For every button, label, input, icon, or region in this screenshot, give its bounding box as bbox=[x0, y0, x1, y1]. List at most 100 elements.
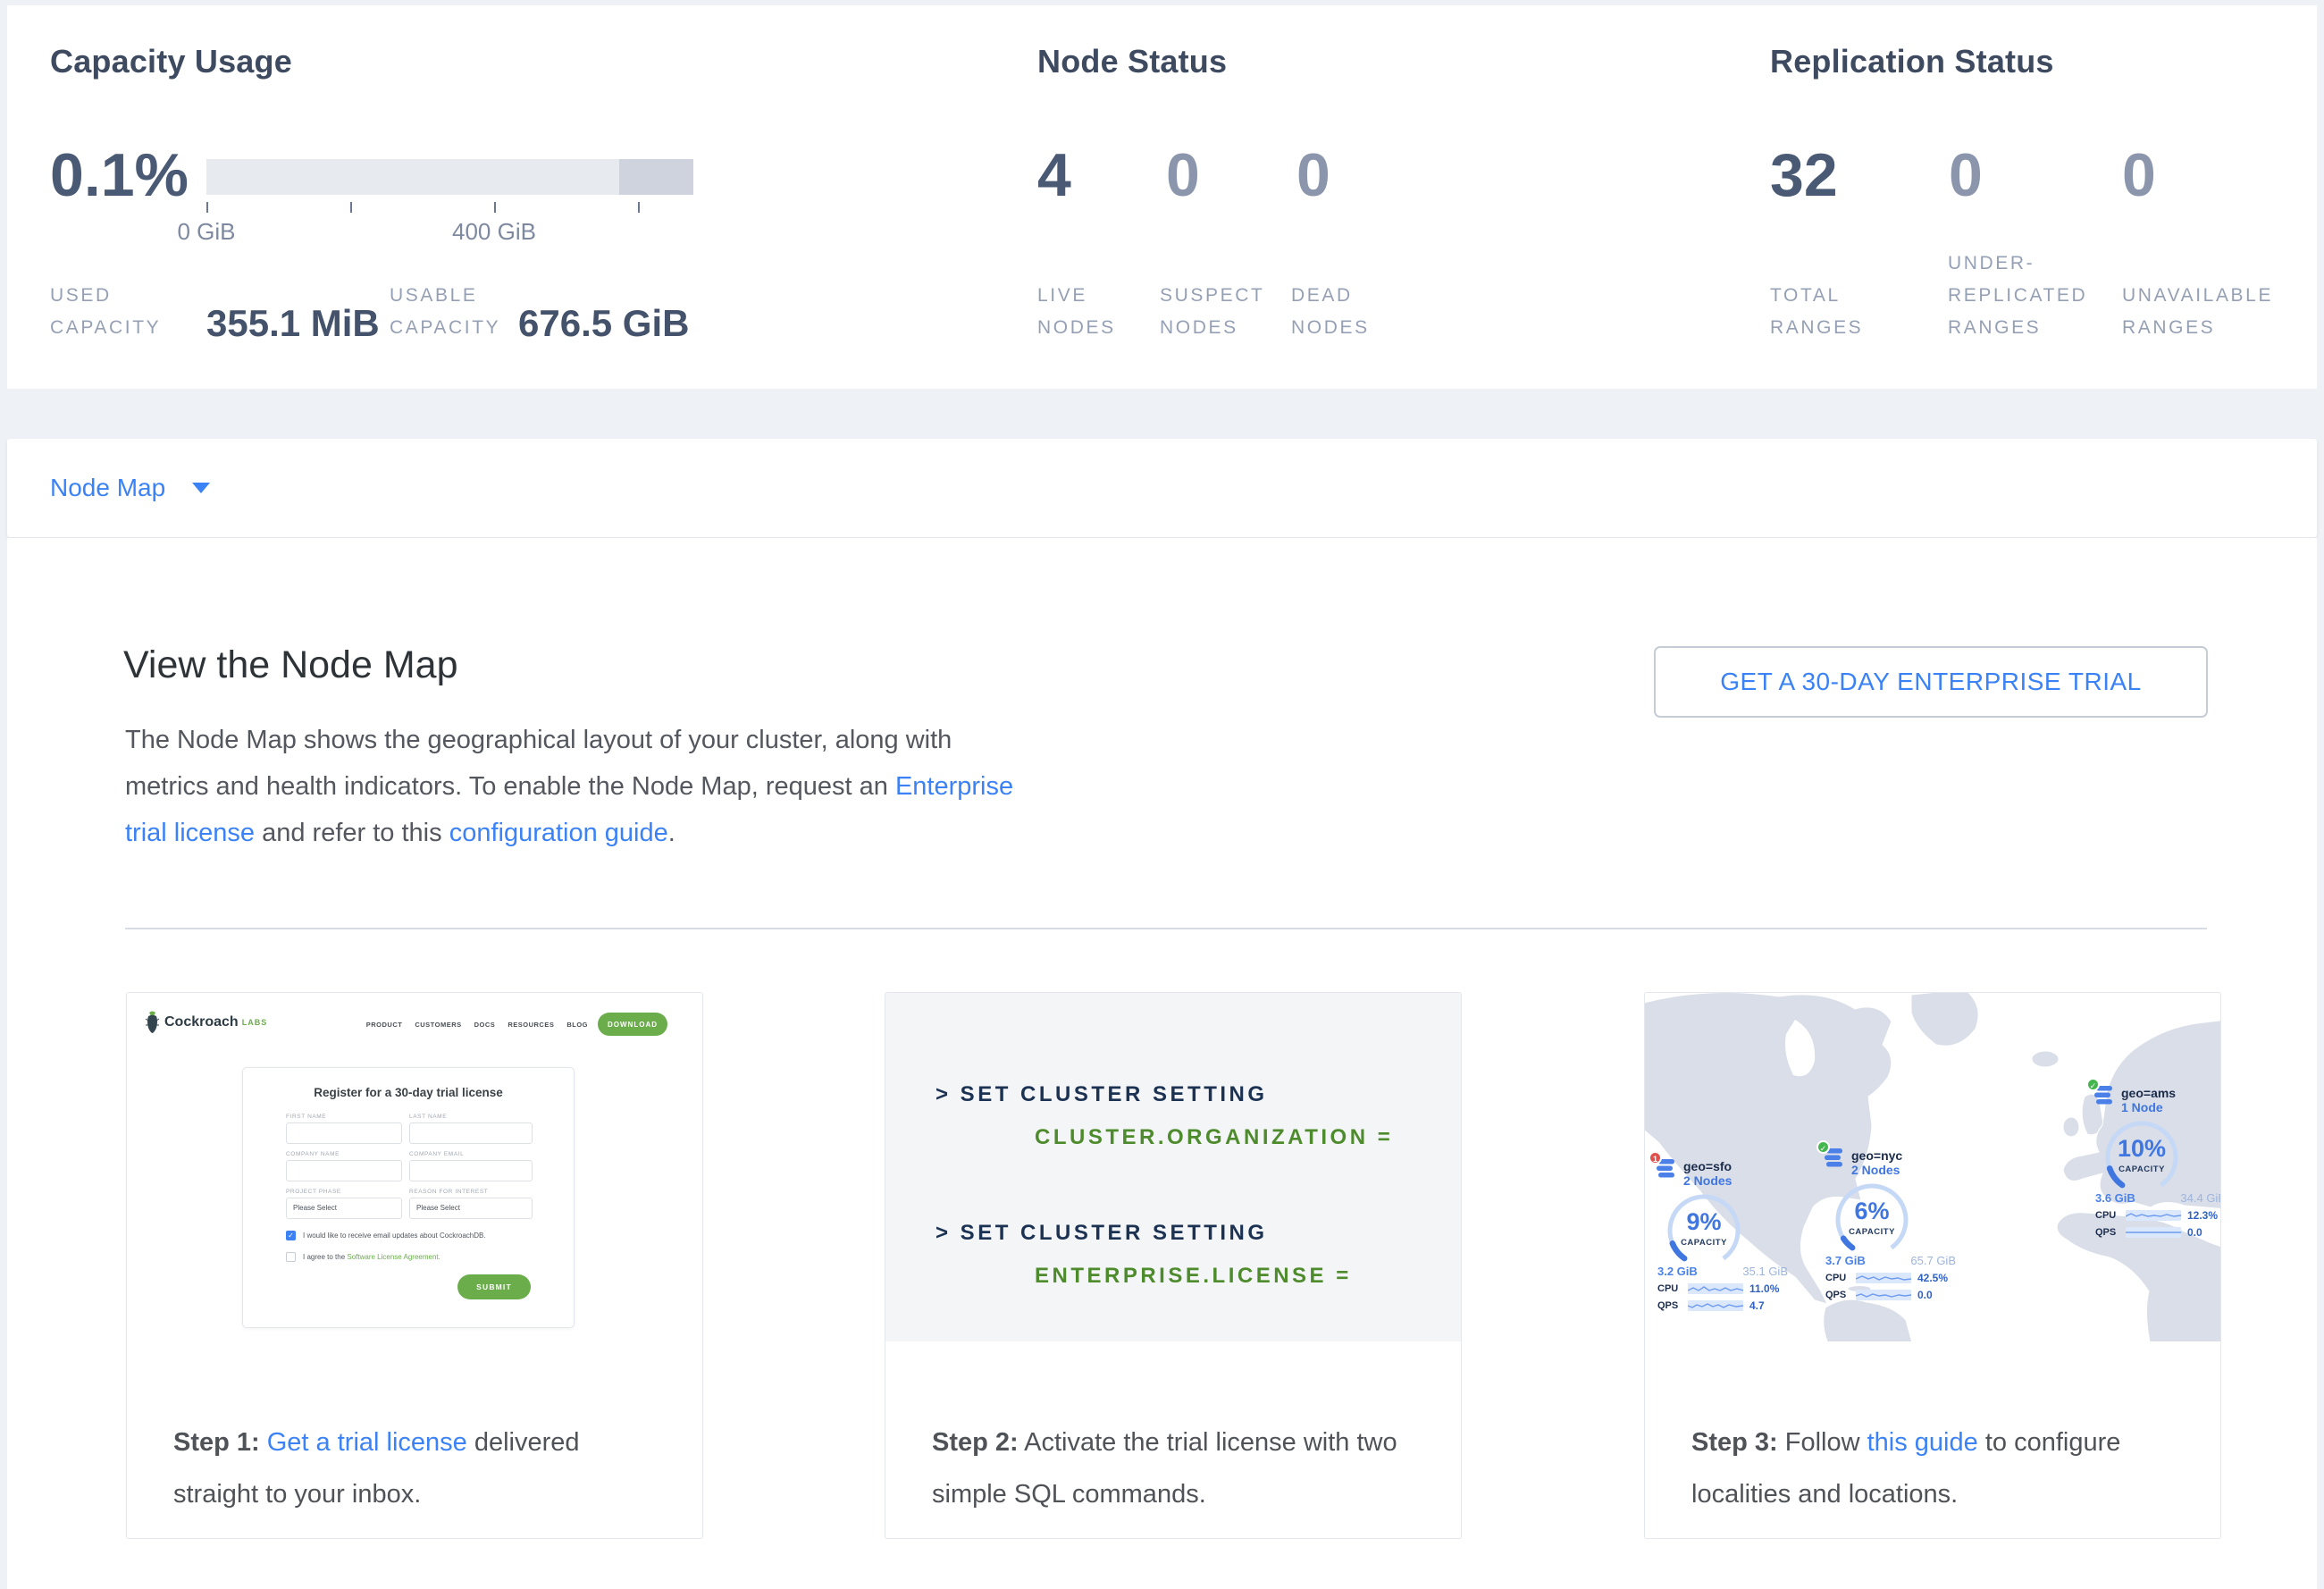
license-agreement-checkbox-row: I agree to the Software License Agreemen… bbox=[286, 1252, 531, 1262]
replication-status-section: Replication Status 32 0 0 TOTAL RANGES U… bbox=[1770, 5, 2324, 389]
dead-nodes-label: DEAD NODES bbox=[1291, 280, 1370, 344]
step1-website-thumbnail: Cockroach LABS PRODUCT CUSTOMERS DOCS RE… bbox=[127, 993, 702, 1341]
configuration-guide-link[interactable]: configuration guide bbox=[449, 819, 668, 847]
step2-sql-illustration: > SET CLUSTER SETTING CLUSTER.ORGANIZATI… bbox=[885, 993, 1461, 1341]
trial-registration-form: Register for a 30-day trial license FIRS… bbox=[242, 1067, 575, 1328]
usable-capacity-label: USABLE CAPACITY bbox=[390, 280, 500, 344]
qps-value: 0.0 bbox=[2187, 1226, 2202, 1239]
capacity-tick bbox=[350, 202, 352, 213]
unavailable-ranges-label: UNAVAILABLE RANGES bbox=[2122, 280, 2273, 344]
used-capacity-label: USED CAPACITY bbox=[50, 280, 161, 344]
live-nodes-label: LIVE NODES bbox=[1037, 280, 1116, 344]
live-nodes-count: 4 bbox=[1037, 145, 1071, 206]
total-ranges-label: TOTAL RANGES bbox=[1770, 280, 1863, 344]
capacity-used-percent: 0.1% bbox=[50, 145, 189, 206]
step3-card: 1 geo=sfo 2 Nodes bbox=[1644, 992, 2221, 1539]
site-nav-item: BLOG bbox=[566, 1021, 588, 1029]
node-map-promo-panel: View the Node Map The Node Map shows the… bbox=[7, 538, 2317, 1589]
cpu-value: 12.3% bbox=[2187, 1209, 2218, 1222]
promo-description-line2: metrics and health indicators. To enable… bbox=[125, 763, 1013, 810]
cpu-label: CPU bbox=[1657, 1283, 1682, 1294]
qps-sparkline bbox=[1856, 1290, 1911, 1300]
step2-caption: Step 2: Activate the trial license with … bbox=[885, 1341, 1461, 1520]
first-name-input bbox=[286, 1122, 402, 1144]
suspect-nodes-count: 0 bbox=[1166, 145, 1200, 206]
site-nav-item: CUSTOMERS bbox=[415, 1021, 461, 1029]
form-fields: FIRST NAME LAST NAME COMPANY NAME COMPAN… bbox=[286, 1106, 531, 1219]
map-node-ams: ✓ geo=ams 1 Node bbox=[2090, 1086, 2220, 1239]
capacity-percent: 6% bbox=[1831, 1198, 1913, 1223]
company-name-input bbox=[286, 1160, 402, 1181]
usable-capacity-value: 676.5 GiB bbox=[518, 305, 689, 342]
capacity-total: 34.4 GiB bbox=[2180, 1191, 2220, 1205]
cpu-label: CPU bbox=[2095, 1210, 2119, 1221]
capacity-tick bbox=[206, 202, 208, 213]
capacity-tick-label-400: 400 GiB bbox=[440, 218, 548, 246]
step2-card: > SET CLUSTER SETTING CLUSTER.ORGANIZATI… bbox=[885, 992, 1462, 1539]
form-field: REASON FOR INTEREST Please Select bbox=[409, 1189, 533, 1219]
step3-caption: Step 3: Follow this guide to configure l… bbox=[1645, 1341, 2220, 1520]
form-field: FIRST NAME bbox=[286, 1114, 402, 1144]
error-badge-icon: 1 bbox=[1649, 1151, 1662, 1164]
cpu-label: CPU bbox=[1825, 1273, 1850, 1283]
checkbox-checked-icon: ✓ bbox=[286, 1231, 296, 1240]
capacity-label: CAPACITY bbox=[1663, 1238, 1745, 1248]
sql-statement: > SET CLUSTER SETTING bbox=[935, 1221, 1268, 1246]
capacity-total: 65.7 GiB bbox=[1910, 1254, 1956, 1267]
ok-badge-icon: ✓ bbox=[1816, 1140, 1830, 1154]
sql-setting-name: CLUSTER.ORGANIZATION = bbox=[1035, 1125, 1393, 1150]
replication-status-title: Replication Status bbox=[1770, 43, 2054, 80]
cockroach-bug-icon bbox=[145, 1011, 160, 1034]
capacity-percent: 10% bbox=[2101, 1136, 2183, 1161]
enterprise-trial-license-link[interactable]: Enterprise bbox=[895, 772, 1013, 801]
node-count: 2 Nodes bbox=[1851, 1163, 1902, 1177]
chevron-down-icon bbox=[192, 483, 210, 493]
capacity-tick bbox=[494, 202, 496, 213]
qps-label: QPS bbox=[2095, 1227, 2119, 1238]
total-ranges-count: 32 bbox=[1770, 145, 1838, 206]
form-field: PROJECT PHASE Please Select bbox=[286, 1189, 402, 1219]
node-status-title: Node Status bbox=[1037, 43, 1227, 80]
capacity-gauge: 10% CAPACITY bbox=[2101, 1116, 2183, 1198]
capacity-bar-other-segment bbox=[619, 159, 693, 195]
form-field: LAST NAME bbox=[409, 1114, 533, 1144]
view-selector-bar[interactable]: Node Map bbox=[7, 439, 2317, 537]
capacity-tick bbox=[638, 202, 640, 213]
under-replicated-ranges-label: UNDER- REPLICATED RANGES bbox=[1948, 248, 2087, 344]
get-trial-license-link[interactable]: Get a trial license bbox=[267, 1428, 467, 1457]
cpu-sparkline bbox=[2126, 1210, 2181, 1221]
capacity-gauge: 6% CAPACITY bbox=[1831, 1179, 1913, 1261]
under-replicated-ranges-count: 0 bbox=[1949, 145, 1983, 206]
this-guide-link[interactable]: this guide bbox=[1867, 1428, 1978, 1457]
node-status-section: Node Status 4 0 0 LIVE NODES SUSPECT NOD… bbox=[1037, 5, 1663, 389]
page-title: View the Node Map bbox=[123, 643, 458, 687]
qps-value: 0.0 bbox=[1917, 1289, 1933, 1301]
map-node-nyc: ✓ geo=nyc 2 Nodes bbox=[1820, 1148, 1976, 1301]
qps-sparkline bbox=[1688, 1300, 1743, 1311]
capacity-usage-title: Capacity Usage bbox=[50, 43, 292, 80]
site-nav-item: RESOURCES bbox=[508, 1021, 554, 1029]
map-node-sfo: 1 geo=sfo 2 Nodes bbox=[1652, 1159, 1808, 1312]
cpu-value: 42.5% bbox=[1917, 1272, 1948, 1284]
capacity-gauge: 9% CAPACITY bbox=[1663, 1190, 1745, 1272]
capacity-total: 35.1 GiB bbox=[1742, 1265, 1788, 1278]
company-email-input bbox=[409, 1160, 533, 1181]
reason-for-interest-select: Please Select bbox=[409, 1198, 533, 1219]
promo-description-line3: trial license and refer to this configur… bbox=[125, 810, 1013, 856]
form-title: Register for a 30-day trial license bbox=[286, 1086, 531, 1099]
used-capacity-value: 355.1 MiB bbox=[206, 305, 380, 342]
qps-label: QPS bbox=[1825, 1290, 1850, 1300]
capacity-usage-section: Capacity Usage 0.1% 0 GiB 400 GiB USED C… bbox=[50, 5, 854, 389]
ok-badge-icon: ✓ bbox=[2086, 1078, 2100, 1091]
cpu-sparkline bbox=[1856, 1273, 1911, 1283]
site-download-button: DOWNLOAD bbox=[598, 1013, 667, 1036]
cluster-stats-panel: Capacity Usage 0.1% 0 GiB 400 GiB USED C… bbox=[7, 5, 2317, 389]
capacity-percent: 9% bbox=[1663, 1209, 1745, 1234]
email-updates-checkbox-row: ✓ I would like to receive email updates … bbox=[286, 1231, 531, 1240]
step1-card: Cockroach LABS PRODUCT CUSTOMERS DOCS RE… bbox=[126, 992, 703, 1539]
enterprise-trial-button[interactable]: GET A 30-DAY ENTERPRISE TRIAL bbox=[1654, 646, 2208, 718]
capacity-bar bbox=[206, 159, 693, 195]
project-phase-select: Please Select bbox=[286, 1198, 402, 1219]
enterprise-trial-license-link[interactable]: trial license bbox=[125, 819, 255, 847]
view-selector-label[interactable]: Node Map bbox=[50, 474, 165, 502]
